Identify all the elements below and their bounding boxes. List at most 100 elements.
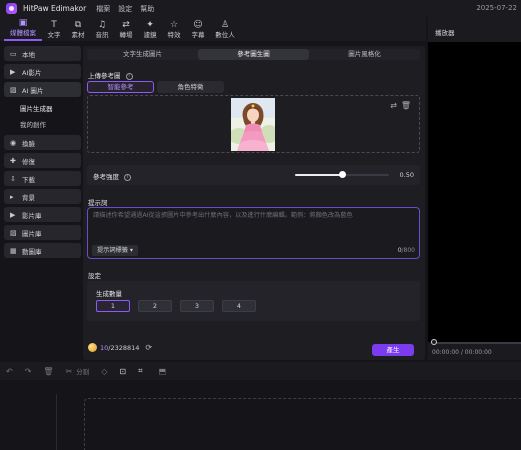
app-logo-icon <box>6 3 17 14</box>
delete-icon[interactable]: 🗑 <box>401 101 411 110</box>
refresh-icon[interactable]: ⟳ <box>145 343 152 352</box>
tool-subtitle[interactable]: ☺ 字幕 <box>186 17 210 41</box>
sidebar-item-local[interactable]: ▭ 本地 <box>4 46 81 61</box>
tool-avatar[interactable]: ♙ 數位人 <box>210 17 240 41</box>
repair-icon: ✚ <box>10 156 16 165</box>
tool-audio[interactable]: ♫ 音訊 <box>90 17 114 41</box>
tool-label: 特效 <box>167 31 181 39</box>
coin-icon <box>88 343 97 352</box>
tool-label: 素材 <box>71 31 85 39</box>
menu-file[interactable]: 檔案 <box>96 4 110 14</box>
download-icon: ⇩ <box>10 174 16 183</box>
title-bar: HitPaw Edimakor 檔案 設定 幫助 2025-07-22 <box>0 0 521 17</box>
tool-label: 字幕 <box>191 31 205 39</box>
shield-icon[interactable]: ◇ <box>101 367 107 376</box>
media-icon: ▣ <box>18 18 28 28</box>
sidebar-item-ai-video[interactable]: ▶ AI影片 <box>4 64 81 79</box>
sidebar-item-gif-library[interactable]: ▦ 動圖庫 <box>4 243 81 258</box>
player-viewport <box>428 42 521 342</box>
reference-mode-tabs: 智能參考 角色特徵 <box>87 81 227 93</box>
tool-label: 濾鏡 <box>143 31 157 39</box>
mode-tabs: 文字生成圖片 參考圖生圖 圖片風格化 <box>87 49 420 60</box>
strength-slider-track[interactable] <box>295 171 389 178</box>
tab-text-to-image[interactable]: 文字生成圖片 <box>87 49 198 60</box>
player-playhead[interactable] <box>431 339 437 345</box>
prompt-tags-dropdown[interactable]: 提示詞標籤 ▾ <box>92 245 139 256</box>
player-panel: 播放器 00:00:00 / 00:00:00 <box>428 17 521 360</box>
sidebar-item-image-library[interactable]: ▨ 圖片庫 <box>4 225 81 240</box>
ai-image-icon: ▨ <box>10 85 17 94</box>
upload-label: 上傳參考圖 <box>88 72 121 80</box>
date-label: 2025-07-22 <box>476 4 517 12</box>
tool-assets[interactable]: ⧉ 素材 <box>66 17 90 41</box>
prompt-textarea[interactable]: 請描述你希望通過AI從這張圖片中參考出什麼內容，以及進行什麼編輯。範例：將顏色改… <box>87 207 420 259</box>
prompt-char-count: 0/800 <box>398 247 415 254</box>
sidebar-item-label: 修復 <box>22 157 35 166</box>
settings-label: 設定 <box>88 272 101 280</box>
tool-text[interactable]: T 文字 <box>42 17 66 41</box>
strength-slider-knob[interactable] <box>339 171 346 178</box>
strength-slider-fill <box>295 174 342 176</box>
sidebar-item-repair[interactable]: ✚ 修復 <box>4 153 81 168</box>
tab-image-to-image[interactable]: 參考圖生圖 <box>198 49 309 60</box>
split-label[interactable]: 分割 <box>76 366 89 376</box>
reference-image-thumbnail <box>231 98 275 151</box>
sidebar-item-video-library[interactable]: ▶ 影片庫 <box>4 207 81 222</box>
split-icon[interactable]: ✂ <box>66 367 73 376</box>
prompt-count-max: /800 <box>401 247 415 254</box>
text-box-icon[interactable]: ⊡ <box>119 367 126 376</box>
replace-icon[interactable]: ⇄ <box>390 101 397 110</box>
avatar-icon: ♙ <box>220 20 230 30</box>
sidebar-item-background[interactable]: ▸ 背景 <box>4 189 81 204</box>
tab-image-stylize[interactable]: 圖片風格化 <box>309 49 420 60</box>
princess-illustration <box>231 98 275 151</box>
prompt-placeholder: 請描述你希望通過AI從這張圖片中參考出什麼內容，以及進行什麼編輯。範例：將顏色改… <box>93 212 353 219</box>
tab-smart-reference[interactable]: 智能參考 <box>87 81 154 93</box>
player-title: 播放器 <box>435 29 455 37</box>
tool-label: 文字 <box>47 31 61 39</box>
info-icon[interactable]: i <box>125 72 133 80</box>
count-option-4[interactable]: 4 <box>222 300 256 312</box>
background-icon: ▸ <box>10 192 14 201</box>
count-label: 生成數量 <box>96 290 122 298</box>
crop-icon[interactable]: ⌗ <box>138 366 143 376</box>
image-generator-panel: 文字生成圖片 參考圖生圖 圖片風格化 上傳參考圖 i 智能參考 角色特徵 ⇄ 🗑… <box>83 46 425 360</box>
tool-filter[interactable]: ✦ 濾鏡 <box>138 17 162 41</box>
tool-effects[interactable]: ☆ 特效 <box>162 17 186 41</box>
count-options: 1 2 3 4 <box>96 300 264 312</box>
credits-display: 10/2328814 ⟳ <box>88 343 152 352</box>
settings-panel: 生成數量 1 2 3 4 <box>87 281 420 321</box>
menu-settings[interactable]: 設定 <box>118 4 132 14</box>
info-icon[interactable]: i <box>124 173 132 181</box>
timeline-dropzone[interactable] <box>84 398 521 450</box>
redo-icon[interactable]: ↷ <box>25 367 32 376</box>
ai-video-icon: ▶ <box>10 67 16 76</box>
sidebar-item-ai-image[interactable]: ▨ AI 圖片 <box>4 82 81 97</box>
tool-transition[interactable]: ⇄ 轉場 <box>114 17 138 41</box>
sidebar-item-label: 影片庫 <box>22 211 42 220</box>
assets-icon: ⧉ <box>74 20 82 30</box>
count-option-2[interactable]: 2 <box>138 300 172 312</box>
menu-help[interactable]: 幫助 <box>140 4 154 14</box>
effects-icon: ☆ <box>169 20 179 30</box>
sidebar-sub-image-generator[interactable]: 圖片生成器 <box>4 100 81 116</box>
sidebar-sub-my-creations[interactable]: 我的創作 <box>4 116 81 132</box>
prompt-label: 提示詞 <box>88 199 108 207</box>
count-option-1[interactable]: 1 <box>96 300 130 312</box>
reference-image-dropzone[interactable]: ⇄ 🗑 <box>87 95 420 153</box>
player-progress-bar[interactable] <box>432 342 521 344</box>
sidebar-item-download[interactable]: ⇩ 下載 <box>4 171 81 186</box>
sidebar-item-label: 下載 <box>22 175 35 184</box>
tab-character-features[interactable]: 角色特徵 <box>157 81 224 93</box>
delete-icon[interactable]: 🗑 <box>43 367 53 376</box>
undo-icon[interactable]: ↶ <box>6 367 13 376</box>
text-icon: T <box>51 20 57 30</box>
sidebar-item-face-swap[interactable]: ◉ 換臉 <box>4 135 81 150</box>
strength-section-label: 參考強度 i <box>93 171 132 181</box>
count-option-3[interactable]: 3 <box>180 300 214 312</box>
tool-media[interactable]: ▣ 媒體檔案 <box>4 17 42 41</box>
generate-button[interactable]: 產生 <box>372 344 414 356</box>
export-frame-icon[interactable]: ⬒ <box>159 367 167 376</box>
sidebar-item-label: 背景 <box>22 193 35 202</box>
transition-icon: ⇄ <box>122 20 130 30</box>
